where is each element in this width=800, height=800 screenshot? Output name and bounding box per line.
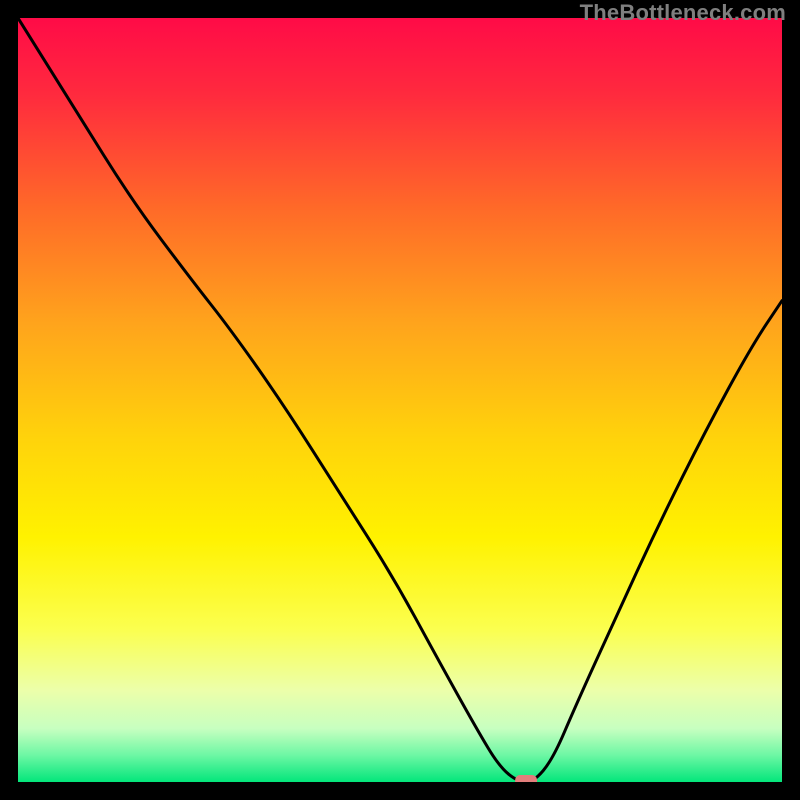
chart-frame: TheBottleneck.com <box>0 0 800 800</box>
plot-area <box>18 18 782 782</box>
attribution-label: TheBottleneck.com <box>580 0 786 26</box>
curve-layer <box>18 18 782 782</box>
optimal-marker <box>515 775 537 782</box>
bottleneck-curve <box>18 18 782 782</box>
